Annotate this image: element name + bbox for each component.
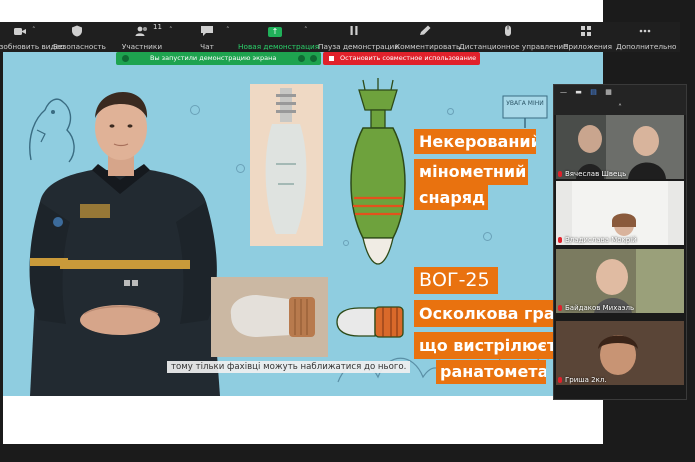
- participant-name: Вячеслав Швець: [558, 170, 626, 178]
- chat-button[interactable]: ˄ Чат: [190, 22, 230, 52]
- participants-count: 11: [153, 23, 162, 31]
- vog-illustration: [336, 306, 404, 338]
- resume-video-label: Возобновить видео: [0, 42, 65, 51]
- participant-tile[interactable]: Гриша 2кл.: [556, 321, 684, 385]
- top-frame-dark: [603, 0, 695, 22]
- participants-label: Участники: [121, 42, 163, 51]
- chevron-up-icon[interactable]: ˄: [304, 26, 308, 34]
- pause-share-button[interactable]: Пауза демонстрации: [318, 22, 400, 52]
- chat-icon: [201, 26, 213, 36]
- participants-button[interactable]: 11 ˄ Участники: [118, 22, 173, 52]
- stop-icon: [329, 56, 334, 61]
- participant-name: Владислава Мокрій: [558, 236, 637, 244]
- security-button[interactable]: Безопасность: [53, 22, 106, 52]
- doodle-circle: [236, 164, 245, 173]
- minimize-icon[interactable]: —: [559, 88, 568, 97]
- participant-name: Байдаков Михаэль: [558, 304, 634, 312]
- apps-icon: [581, 26, 591, 36]
- annotate-button[interactable]: Комментировать: [395, 22, 461, 52]
- meeting-toolbar: ˄ Возобновить видео Безопасность 11 ˄ Уч…: [0, 22, 680, 52]
- presenter-figure: [29, 92, 220, 396]
- left-edge: [0, 52, 3, 462]
- strip-view-icon[interactable]: ▤: [589, 88, 598, 97]
- chevron-up-icon[interactable]: ˄: [226, 26, 230, 34]
- apps-label: Приложения: [563, 42, 612, 51]
- chevron-up-icon[interactable]: ˄: [32, 26, 36, 34]
- mic-muted-icon: [558, 171, 562, 177]
- remote-control-button[interactable]: Дистанционное управление: [459, 22, 568, 52]
- more-label: Дополнительно: [616, 42, 677, 51]
- participant-tile[interactable]: Вячеслав Швець: [556, 115, 684, 179]
- gallery-view-icon[interactable]: ▦: [604, 88, 613, 97]
- chat-label: Чат: [200, 42, 214, 51]
- participants-video-panel: — ▬ ▤ ▦ ˄ Вячеслав Швець Владислава Мокр…: [553, 84, 687, 400]
- doodle-circle: [447, 108, 454, 115]
- headline-1-line-3: снаряд: [414, 185, 488, 210]
- headline-2-line-1: ВОГ-25: [414, 267, 498, 294]
- subtitle-caption: тому тільки фахівці можуть наближатися д…: [167, 361, 411, 373]
- participant-name: Гриша 2кл.: [558, 376, 607, 384]
- headline-1-line-1: Некерований: [414, 129, 536, 154]
- warning-sign-doodle: УВАГА МІНИ: [502, 95, 548, 128]
- slide-bottom-area: [3, 396, 603, 444]
- mic-muted-icon: [558, 237, 562, 243]
- shield-icon: [72, 25, 82, 37]
- security-label: Безопасность: [53, 42, 106, 51]
- headline-1-line-2: мінометний: [414, 159, 528, 185]
- mouse-icon: [505, 25, 511, 36]
- pause-icon: [350, 26, 358, 35]
- shield-icon: [310, 55, 317, 62]
- pause-share-label: Пауза демонстрации: [318, 42, 400, 51]
- more-button[interactable]: Дополнительно: [616, 22, 677, 52]
- stop-share-label: Остановить совместное использование: [340, 54, 477, 62]
- chevron-up-icon[interactable]: ˄: [169, 26, 173, 34]
- participant-tile[interactable]: Байдаков Михаэль: [556, 249, 684, 313]
- sign-text: УВАГА МІНИ: [506, 100, 544, 107]
- zoom-window: ˄ Возобновить видео Безопасность 11 ˄ Уч…: [0, 0, 695, 462]
- vog-25-photo: [211, 277, 328, 357]
- phone-icon: [122, 55, 129, 62]
- participant-tile[interactable]: Владислава Мокрій: [556, 181, 684, 245]
- bottom-dark-edge: [3, 444, 603, 462]
- annotate-label: Комментировать: [395, 42, 461, 51]
- more-icon: [639, 29, 651, 33]
- shared-screen: УВАГА МІНИ Некерований мінометний снаряд…: [3, 52, 603, 396]
- mic-muted-icon: [558, 377, 562, 383]
- speaker-view-icon[interactable]: ▬: [574, 88, 583, 97]
- headline-2-line-4: ранатомета: [436, 360, 546, 384]
- share-screen-icon: ↑: [268, 27, 282, 37]
- sharing-banner: Вы запустили демонстрацию экрана: [116, 52, 321, 65]
- doodle-circle: [483, 232, 492, 241]
- participants-icon: [135, 26, 147, 36]
- stop-share-button[interactable]: Остановить совместное использование: [323, 52, 480, 65]
- resume-video-button[interactable]: ˄ Возобновить видео: [0, 22, 65, 52]
- mic-muted-icon: [558, 305, 562, 311]
- mortar-shell-photo: [250, 84, 323, 246]
- top-frame: [0, 0, 695, 22]
- video-icon: [14, 28, 26, 35]
- headline-2-line-2: Осколкова гран: [414, 300, 555, 327]
- remote-control-label: Дистанционное управление: [459, 42, 568, 51]
- pencil-icon: [420, 25, 431, 35]
- sharing-banner-text: Вы запустили демонстрацию экрана: [150, 54, 277, 62]
- video-panel-header: — ▬ ▤ ▦: [554, 85, 686, 101]
- new-share-button[interactable]: ↑ ˄ Новая демонстрация: [238, 22, 320, 52]
- apps-button[interactable]: Приложения: [563, 22, 612, 52]
- audio-icon: [298, 55, 305, 62]
- mortar-shell-illustration: [350, 78, 406, 265]
- headline-2-line-3: що вистрілюєт: [414, 332, 555, 359]
- chevron-up-icon[interactable]: ˄: [554, 101, 686, 115]
- new-share-label: Новая демонстрация: [238, 42, 320, 51]
